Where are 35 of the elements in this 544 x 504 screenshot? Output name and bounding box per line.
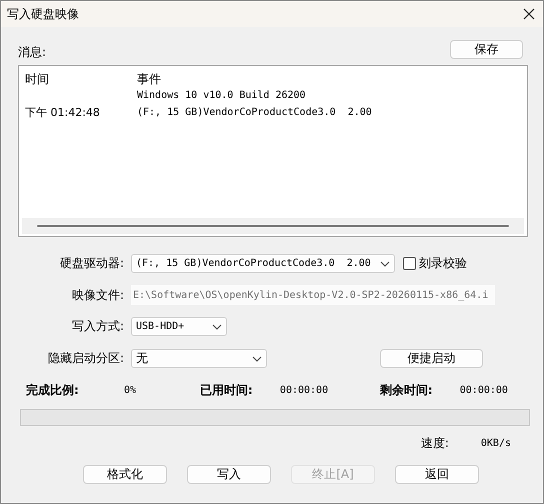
drive-dropdown[interactable]: (F:, 15 GB)VendorCoProductCode3.0 2.00 xyxy=(131,254,395,273)
stat-label: 完成比例: xyxy=(26,382,80,399)
write-mode-dropdown[interactable]: USB-HDD+ xyxy=(131,317,227,336)
log-event: (F:, 15 GB)VendorCoProductCode3.0 2.00 xyxy=(137,106,373,120)
write-mode-label: 写入方式: xyxy=(70,318,125,335)
messages-label: 消息: xyxy=(18,44,46,61)
image-file-field[interactable]: E:\Software\OS\openKylin-Desktop-V2.0-SP2-20260115-x86_64.i xyxy=(131,285,495,305)
dialog-button[interactable]: 格式化 xyxy=(83,465,167,484)
dialog-button[interactable]: 写入 xyxy=(187,465,271,484)
close-icon[interactable] xyxy=(523,8,535,20)
horizontal-scrollbar[interactable] xyxy=(22,218,524,234)
save-button[interactable]: 保存 xyxy=(450,40,523,59)
hidden-partition-dropdown[interactable]: 无 xyxy=(131,349,267,368)
log-event: Windows 10 v10.0 Build 26200 xyxy=(137,89,307,103)
stat-value: 00:00:00 xyxy=(280,385,328,396)
verify-checkbox[interactable] xyxy=(403,257,416,270)
speed-value: 0KB/s xyxy=(480,438,511,449)
caret-icon xyxy=(252,356,262,362)
stat-label: 已用时间: xyxy=(200,382,254,399)
speed-label: 速度: xyxy=(420,435,450,452)
caret-icon xyxy=(380,260,390,266)
window-title: 写入硬盘映像 xyxy=(7,6,79,22)
stat-label: 剩余时间: xyxy=(380,382,434,399)
stat-value: 00:00:00 xyxy=(460,385,508,396)
column-header: 事件 xyxy=(137,71,162,88)
stat-value: 0% xyxy=(124,385,136,396)
drive-label: 硬盘驱动器: xyxy=(58,255,125,272)
quick-boot-button[interactable]: 便捷启动 xyxy=(380,349,483,368)
verify-label: 刻录校验 xyxy=(419,255,467,272)
dialog-button[interactable]: 返回 xyxy=(395,465,479,484)
column-header: 时间 xyxy=(25,71,50,88)
image-file-label: 映像文件: xyxy=(70,286,125,304)
log-time: 下午 01:42:48 xyxy=(25,105,101,121)
hidden-partition-label: 隐藏启动分区: xyxy=(46,350,125,367)
caret-icon xyxy=(212,324,222,330)
